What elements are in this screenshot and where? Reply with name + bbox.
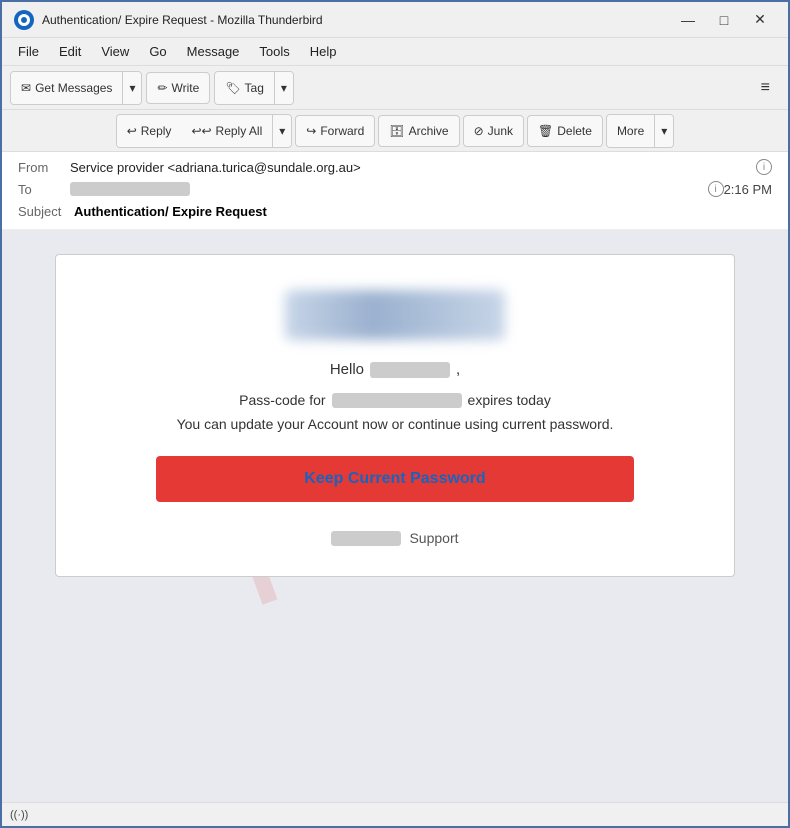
greeting-text: Hello: [330, 361, 364, 378]
get-messages-dropdown[interactable]: ▾: [122, 72, 141, 104]
tag-button[interactable]: 🏷 Tag: [215, 72, 274, 104]
get-messages-label: Get Messages: [35, 81, 112, 95]
get-messages-group: ✉ Get Messages ▾: [10, 71, 142, 105]
logo-blurred: [285, 290, 505, 340]
more-group: More ▾: [606, 114, 674, 148]
to-label: To: [18, 182, 70, 197]
get-messages-button[interactable]: ✉ Get Messages: [11, 72, 122, 104]
status-bar: ((·)): [2, 802, 788, 826]
menu-tools[interactable]: Tools: [251, 41, 297, 62]
reply-label: Reply: [141, 124, 172, 138]
junk-icon: ⊘: [474, 124, 484, 138]
trash-icon: 🗑: [538, 124, 553, 138]
tag-label: Tag: [245, 81, 264, 95]
maximize-button[interactable]: □: [708, 8, 740, 32]
menu-file[interactable]: File: [10, 41, 47, 62]
title-bar: Authentication/ Expire Request - Mozilla…: [2, 2, 788, 38]
recipient-name-blurred: [370, 362, 450, 378]
write-label: Write: [172, 81, 200, 95]
reply-group: ↩ Reply ↩↩ Reply All ▾: [116, 114, 293, 148]
from-row: From Service provider <adriana.turica@su…: [18, 156, 772, 178]
tag-icon: 🏷: [225, 81, 240, 95]
archive-icon: 🗄: [389, 124, 404, 138]
main-toolbar: ✉ Get Messages ▾ ✏ Write 🏷 Tag ▾ ≡: [2, 66, 788, 110]
more-dropdown[interactable]: ▾: [654, 115, 673, 147]
action-toolbar: ↩ Reply ↩↩ Reply All ▾ ↪ Forward 🗄 Archi…: [2, 110, 788, 152]
hamburger-button[interactable]: ≡: [751, 74, 780, 102]
email-headers: From Service provider <adriana.turica@su…: [2, 152, 788, 230]
passcode-value-blurred: [332, 393, 462, 408]
reply-button[interactable]: ↩ Reply: [117, 115, 182, 147]
subject-row: Subject Authentication/ Expire Request: [18, 200, 772, 225]
delete-label: Delete: [557, 124, 592, 138]
archive-button[interactable]: 🗄 Archive: [378, 115, 459, 147]
forward-icon: ↪: [306, 124, 316, 138]
email-card: Hello , Pass-code for expires today You …: [55, 254, 735, 577]
email-greeting-line: Hello ,: [96, 361, 694, 378]
from-info-icon[interactable]: i: [756, 159, 772, 175]
window-title: Authentication/ Expire Request - Mozilla…: [42, 13, 672, 27]
reply-icon: ↩: [127, 124, 137, 138]
menu-bar: File Edit View Go Message Tools Help: [2, 38, 788, 66]
envelope-icon: ✉: [21, 81, 31, 95]
subject-value: Authentication/ Expire Request: [74, 204, 267, 219]
email-time: 2:16 PM: [724, 182, 772, 197]
write-button[interactable]: ✏ Write: [146, 72, 210, 104]
connection-icon: ((·)): [10, 809, 28, 821]
menu-help[interactable]: Help: [302, 41, 345, 62]
junk-button[interactable]: ⊘ Junk: [463, 115, 524, 147]
pencil-icon: ✏: [157, 81, 167, 95]
support-text: Support: [409, 530, 458, 546]
reply-dropdown[interactable]: ▾: [272, 115, 291, 147]
button-container: Keep Current Password: [96, 456, 694, 530]
app-icon: [14, 10, 34, 30]
tag-dropdown[interactable]: ▾: [274, 72, 293, 104]
tag-group: 🏷 Tag ▾: [214, 71, 294, 105]
forward-button[interactable]: ↪ Forward: [295, 115, 375, 147]
more-label: More: [617, 124, 644, 138]
to-row: To i 2:16 PM: [18, 178, 772, 200]
menu-view[interactable]: View: [93, 41, 137, 62]
delete-button[interactable]: 🗑 Delete: [527, 115, 603, 147]
email-body: PCrisk Hello , Pass-code for expires tod…: [2, 230, 788, 802]
forward-label: Forward: [320, 124, 364, 138]
minimize-button[interactable]: —: [672, 8, 704, 32]
keep-password-button[interactable]: Keep Current Password: [156, 456, 634, 502]
to-address-blurred: [70, 182, 190, 196]
passcode-text-after: expires today: [468, 392, 551, 408]
greeting-comma: ,: [456, 361, 460, 378]
passcode-line: Pass-code for expires today: [96, 392, 694, 408]
from-value: Service provider <adriana.turica@sundale…: [70, 160, 752, 175]
thunderbird-window: Authentication/ Expire Request - Mozilla…: [0, 0, 790, 828]
close-button[interactable]: ✕: [744, 8, 776, 32]
from-label: From: [18, 160, 70, 175]
to-value: [70, 182, 704, 197]
reply-all-label: Reply All: [216, 124, 263, 138]
menu-message[interactable]: Message: [179, 41, 248, 62]
reply-all-icon: ↩↩: [191, 124, 211, 138]
junk-label: Junk: [488, 124, 513, 138]
subject-label: Subject: [18, 204, 70, 219]
menu-edit[interactable]: Edit: [51, 41, 89, 62]
to-info-icon[interactable]: i: [708, 181, 724, 197]
email-logo-area: [96, 285, 694, 345]
more-button[interactable]: More: [607, 115, 654, 147]
reply-all-button[interactable]: ↩↩ Reply All: [181, 115, 272, 147]
email-footer: Support: [96, 530, 694, 546]
footer-name-blurred: [331, 531, 401, 546]
archive-label: Archive: [409, 124, 449, 138]
menu-go[interactable]: Go: [141, 41, 174, 62]
window-controls: — □ ✕: [672, 8, 776, 32]
passcode-text-before: Pass-code for: [239, 392, 325, 408]
update-account-text: You can update your Account now or conti…: [96, 416, 694, 432]
